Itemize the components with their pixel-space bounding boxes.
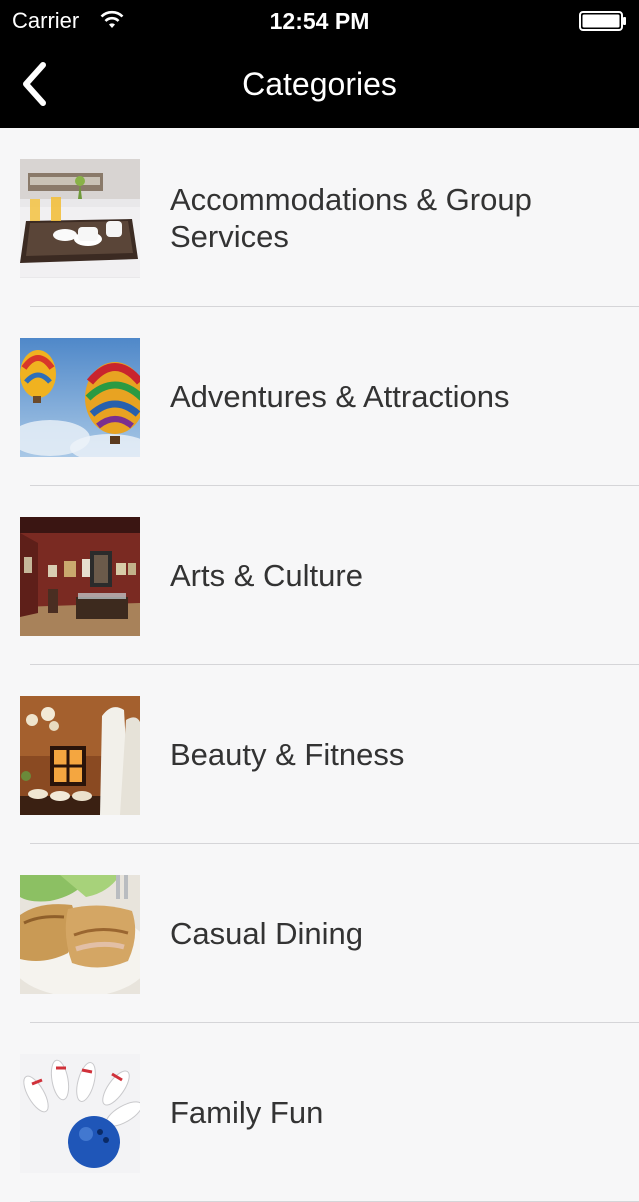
- category-label: Beauty & Fitness: [170, 737, 405, 772]
- status-time: 12:54 PM: [269, 8, 370, 34]
- category-row-family-fun[interactable]: Family Fun: [0, 1023, 639, 1202]
- category-label: Accommodations & Group Services: [170, 181, 532, 254]
- category-list: Accommodations & Group Services Adventur…: [0, 128, 639, 1202]
- museum-gallery-photo: [20, 517, 140, 636]
- bowling-photo: [20, 1054, 140, 1173]
- category-row-adventures[interactable]: Adventures & Attractions: [0, 307, 639, 486]
- chevron-left-icon: [23, 62, 46, 106]
- battery-icon: [579, 11, 626, 31]
- category-row-arts[interactable]: Arts & Culture: [0, 486, 639, 665]
- hotel-tray-photo: [20, 159, 140, 278]
- category-label: Arts & Culture: [170, 558, 363, 593]
- navigation-bar: Categories: [0, 42, 639, 128]
- category-label: Family Fun: [170, 1095, 324, 1130]
- category-row-beauty[interactable]: Beauty & Fitness: [0, 665, 639, 844]
- hot-air-balloons-photo: [20, 338, 140, 457]
- food-plate-photo: [20, 875, 140, 994]
- category-label: Casual Dining: [170, 916, 363, 951]
- spa-photo: [20, 696, 140, 815]
- category-row-accommodations[interactable]: Accommodations & Group Services: [0, 128, 639, 307]
- category-label: Adventures & Attractions: [170, 379, 510, 414]
- status-bar: Carrier 12:54 PM: [0, 0, 639, 42]
- category-row-casual-dining[interactable]: Casual Dining: [0, 844, 639, 1023]
- page-title: Categories: [242, 66, 397, 102]
- back-button[interactable]: [8, 56, 60, 112]
